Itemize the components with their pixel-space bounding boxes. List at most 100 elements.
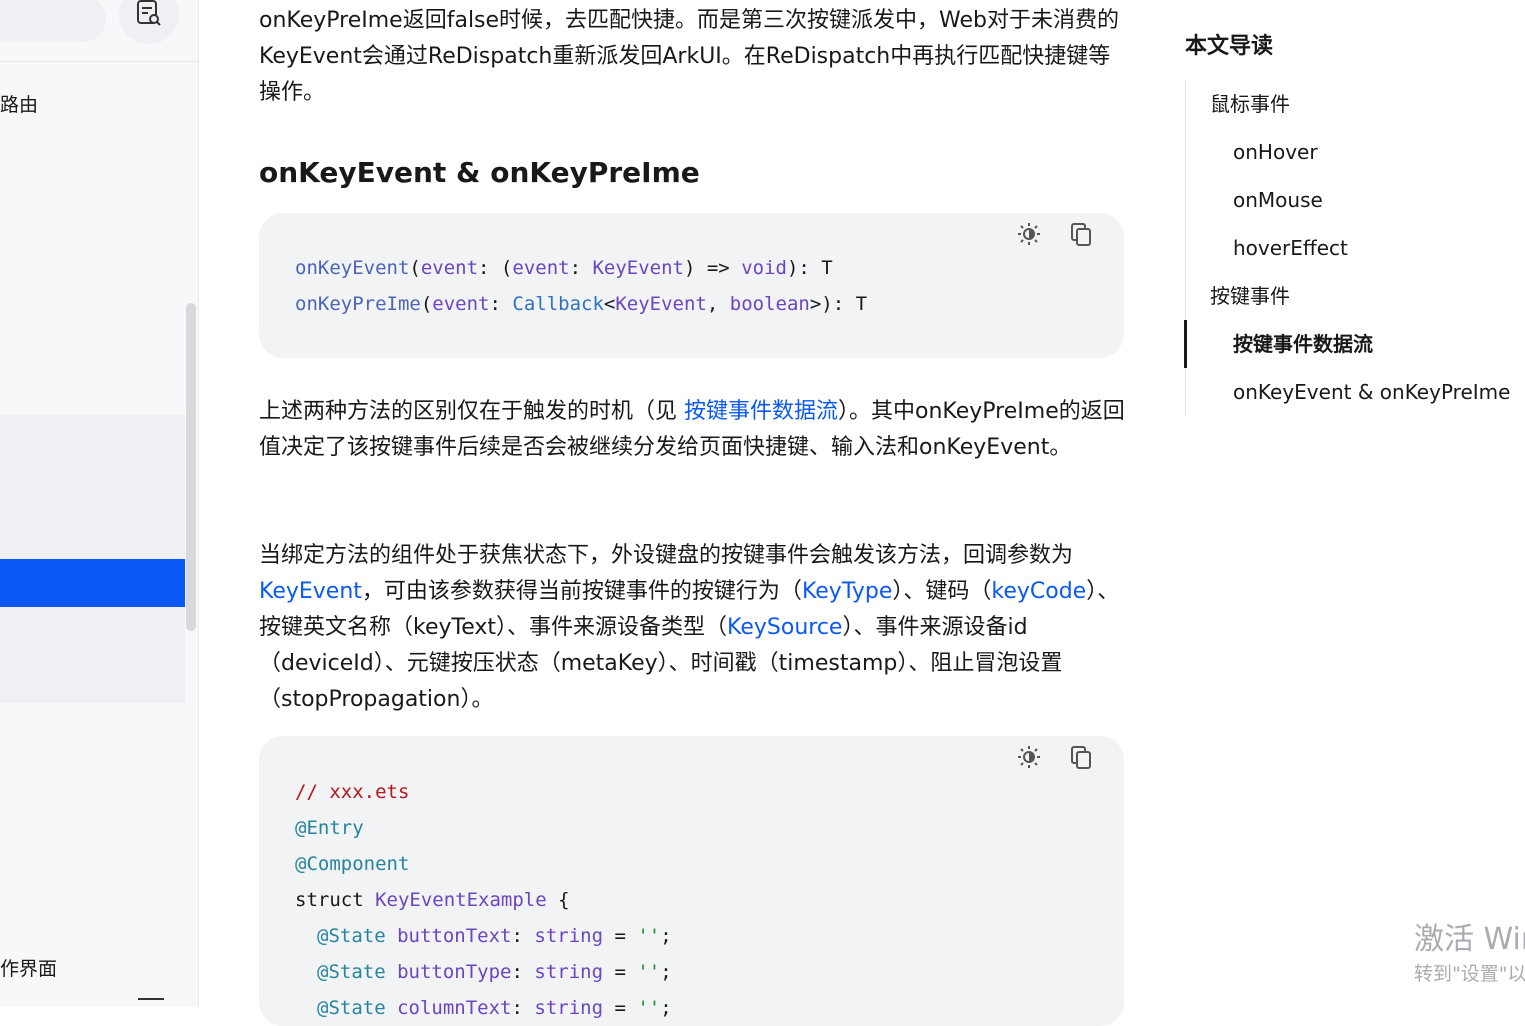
code-token: < bbox=[603, 293, 616, 315]
paragraph-callback: 当绑定方法的组件处于获焦状态下，外设键盘的按键事件会触发该方法，回调参数为 Key… bbox=[259, 538, 1125, 718]
code-line: struct KeyEventExample { bbox=[295, 882, 570, 918]
link-keyevent[interactable]: KeyEvent bbox=[259, 579, 362, 604]
code-token: ( bbox=[420, 293, 433, 315]
section-heading: onKeyEvent & onKeyPreIme bbox=[259, 156, 700, 189]
code-token: : bbox=[489, 293, 513, 315]
code-token: KeyEvent bbox=[615, 293, 707, 315]
link-key-event-flow[interactable]: 按键事件数据流 bbox=[684, 399, 838, 424]
code-token: ; bbox=[660, 925, 672, 947]
toc-item-mouse-events[interactable]: 鼠标事件 bbox=[1210, 90, 1290, 118]
code-token: : bbox=[511, 961, 535, 983]
copy-icon bbox=[1069, 222, 1093, 250]
left-sidebar: 路由 作界面 bbox=[0, 0, 199, 1007]
copy-button[interactable] bbox=[1068, 223, 1094, 249]
code-token: = bbox=[603, 997, 638, 1019]
code-token: = bbox=[603, 925, 638, 947]
code-token: KeyEvent bbox=[592, 257, 684, 279]
sidebar-collapse-handle[interactable] bbox=[138, 998, 164, 1000]
code-token: ( bbox=[409, 257, 421, 279]
theme-toggle-icon bbox=[1017, 222, 1041, 250]
code-decorator: @Entry bbox=[295, 817, 364, 839]
code-line: @State columnText: string = ''; bbox=[317, 990, 672, 1026]
toc-item-onhover[interactable]: onHover bbox=[1233, 138, 1318, 166]
code-token: string bbox=[534, 997, 604, 1019]
toc-active-indicator bbox=[1184, 320, 1187, 368]
code-token: event bbox=[432, 293, 490, 315]
code-block-signatures: onKeyEvent(event: (event: KeyEvent) => v… bbox=[259, 213, 1124, 358]
code-token: struct bbox=[295, 889, 376, 911]
paragraph-text: 当绑定方法的组件处于获焦状态下，外设键盘的按键事件会触发该方法，回调参数为 bbox=[259, 543, 1074, 568]
document-search-button[interactable] bbox=[119, 0, 179, 44]
code-token: KeyEventExample bbox=[375, 889, 547, 911]
code-token: ; bbox=[660, 997, 672, 1019]
code-token: buttonType bbox=[385, 961, 512, 983]
theme-toggle-button[interactable] bbox=[1016, 746, 1042, 772]
sidebar-item-active[interactable] bbox=[0, 559, 185, 607]
code-token: '' bbox=[637, 961, 661, 983]
code-toolbar bbox=[1016, 223, 1094, 249]
code-token: event bbox=[420, 257, 479, 279]
toc-item-onmouse[interactable]: onMouse bbox=[1233, 186, 1323, 214]
link-keycode[interactable]: keyCode bbox=[991, 579, 1086, 604]
code-token: ; bbox=[660, 961, 672, 983]
theme-toggle-button[interactable] bbox=[1016, 223, 1042, 249]
paragraph-text: ，可由该参数获得当前按键事件的按键行为（ bbox=[361, 579, 802, 604]
code-block-example: // xxx.ets @Entry @Component struct KeyE… bbox=[259, 736, 1124, 1026]
code-decorator: @Component bbox=[295, 853, 410, 875]
code-token: : bbox=[511, 997, 535, 1019]
sidebar-scrollbar[interactable] bbox=[186, 303, 196, 631]
code-line: onKeyPreIme(event: Callback<KeyEvent, bo… bbox=[295, 286, 867, 322]
code-token: onKeyEvent bbox=[295, 257, 410, 279]
code-line: onKeyEvent(event: (event: KeyEvent) => v… bbox=[295, 250, 833, 286]
code-token: @State bbox=[317, 961, 386, 983]
paragraph-difference: 上述两种方法的区别仅在于触发的时机（见 按键事件数据流）。其中onKeyPreI… bbox=[259, 394, 1125, 466]
toc-title: 本文导读 bbox=[1185, 34, 1274, 59]
copy-button[interactable] bbox=[1068, 746, 1094, 772]
code-token: : bbox=[511, 925, 535, 947]
code-token: onKeyPreIme bbox=[295, 293, 421, 315]
code-token: >): T bbox=[809, 293, 868, 315]
code-token: @State bbox=[317, 997, 386, 1019]
code-token: void bbox=[741, 257, 787, 279]
code-token: ): T bbox=[786, 257, 833, 279]
code-token: columnText bbox=[385, 997, 512, 1019]
toc-item-onkeyevent[interactable]: onKeyEvent & onKeyPreIme bbox=[1233, 378, 1510, 406]
link-keysource[interactable]: KeySource bbox=[727, 615, 842, 640]
paragraph-text: 上述两种方法的区别仅在于触发的时机（见 bbox=[259, 399, 684, 424]
code-token: { bbox=[546, 889, 570, 911]
theme-toggle-icon bbox=[1017, 745, 1041, 773]
sidebar-item-routing[interactable]: 路由 bbox=[0, 90, 38, 117]
activation-watermark: 激活 Windows 转到"设置"以激活 Windows。 bbox=[1414, 920, 1525, 988]
toc-item-hovereffect[interactable]: hoverEffect bbox=[1233, 234, 1348, 262]
link-keytype[interactable]: KeyType bbox=[802, 579, 892, 604]
toc-item-key-event-flow[interactable]: 按键事件数据流 bbox=[1233, 330, 1373, 358]
paragraph-text: ）、键码（ bbox=[892, 579, 992, 604]
code-token: ) => bbox=[683, 257, 742, 279]
sidebar-search-box[interactable] bbox=[0, 0, 106, 42]
code-token: buttonText bbox=[385, 925, 512, 947]
code-token: : bbox=[569, 257, 593, 279]
code-token: Callback bbox=[512, 293, 604, 315]
code-line: @State buttonText: string = ''; bbox=[317, 918, 672, 954]
code-token: : ( bbox=[478, 257, 513, 279]
watermark-title: 激活 Windows bbox=[1414, 922, 1525, 957]
document-search-icon bbox=[136, 0, 162, 31]
code-toolbar bbox=[1016, 746, 1094, 772]
sidebar-divider bbox=[0, 61, 198, 62]
code-token: , bbox=[706, 293, 730, 315]
code-token: '' bbox=[637, 925, 661, 947]
copy-icon bbox=[1069, 745, 1093, 773]
code-token: boolean bbox=[729, 293, 810, 315]
watermark-subtitle: 转到"设置"以激活 Windows。 bbox=[1414, 963, 1525, 985]
intro-paragraph: onKeyPreIme返回false时候，去匹配快捷。而是第三次按键派发中，We… bbox=[259, 8, 1120, 105]
code-token: '' bbox=[637, 997, 661, 1019]
toc-item-key-events[interactable]: 按键事件 bbox=[1210, 282, 1290, 310]
code-line: @State buttonType: string = ''; bbox=[317, 954, 672, 990]
sidebar-item-ui[interactable]: 作界面 bbox=[0, 954, 57, 981]
code-token: event bbox=[512, 257, 570, 279]
code-token: = bbox=[603, 961, 638, 983]
code-token: string bbox=[534, 925, 604, 947]
code-comment: // xxx.ets bbox=[295, 781, 410, 803]
code-token: @State bbox=[317, 925, 386, 947]
code-token: string bbox=[534, 961, 604, 983]
